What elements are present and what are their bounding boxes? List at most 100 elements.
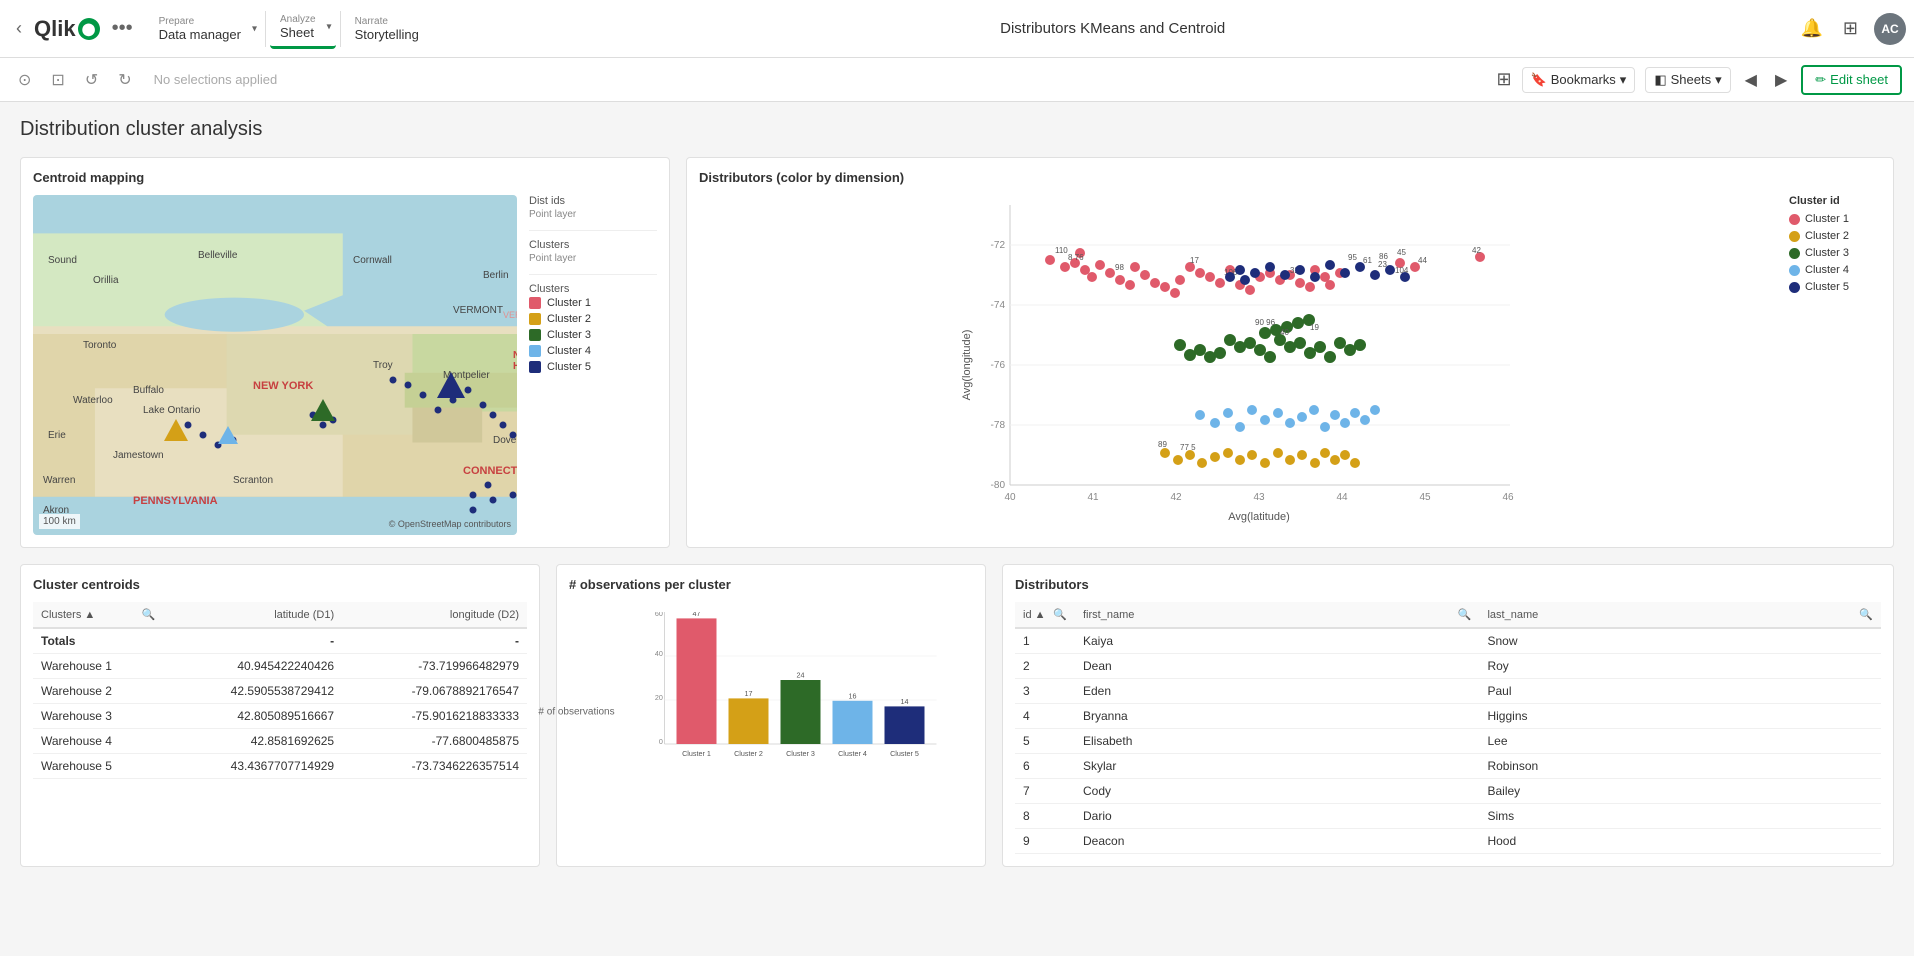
svg-text:Cluster 4: Cluster 4 xyxy=(838,749,867,758)
svg-text:60: 60 xyxy=(655,612,663,618)
nav-prepare[interactable]: Prepare Data manager ▾ xyxy=(149,10,261,48)
nav-title: Distributors KMeans and Centroid xyxy=(429,20,1797,37)
prepare-value: Data manager xyxy=(159,27,241,42)
apps-grid-icon[interactable]: ⊞ xyxy=(1839,14,1862,43)
map-attribution: © OpenStreetMap contributors xyxy=(389,519,511,529)
legend-cluster1: Cluster 1 xyxy=(529,297,657,309)
id-search-icon[interactable]: 🔍 xyxy=(1053,608,1067,621)
svg-text:Avg(latitude): Avg(latitude) xyxy=(1228,511,1290,523)
layout-grid-icon[interactable]: ⊞ xyxy=(1496,69,1511,90)
legend-clusters-title: Clusters xyxy=(529,239,657,251)
svg-text:46: 46 xyxy=(1502,492,1514,503)
cluster5-centroid xyxy=(437,372,465,398)
svg-text:42: 42 xyxy=(1472,246,1481,255)
map-dot-16 xyxy=(510,492,517,499)
cluster-centroids-table: Clusters ▲ 🔍 latitude (D1) longitude (D xyxy=(33,602,527,779)
th-first-name: first_name 🔍 xyxy=(1075,602,1479,628)
scatter-legend: Cluster id Cluster 1 Cluster 2 Cluster 3 xyxy=(1781,195,1881,535)
svg-text:17: 17 xyxy=(745,689,753,698)
scatter-cluster3-item: Cluster 3 xyxy=(1789,247,1881,259)
undo-icon[interactable]: ↺ xyxy=(79,66,104,94)
bookmarks-button[interactable]: 🔖 Bookmarks ▾ xyxy=(1522,67,1636,93)
svg-text:43: 43 xyxy=(1253,492,1265,503)
selections-text: No selections applied xyxy=(154,72,278,87)
dist5-fname: Elisabeth xyxy=(1075,729,1479,754)
svg-text:0: 0 xyxy=(659,737,663,746)
scatter-cluster4-item: Cluster 4 xyxy=(1789,264,1881,276)
bar-chart-container: # of observations 60 40 20 0 47 xyxy=(569,602,973,822)
map-dot-13 xyxy=(485,482,492,489)
legend-cluster3: Cluster 3 xyxy=(529,329,657,341)
bar-chart-svg: 60 40 20 0 47 Cluster 1 17 Cluster 2 xyxy=(624,612,953,772)
table-row: Warehouse 3 42.805089516667 -75.90162188… xyxy=(33,704,527,729)
dist-row-7: 7 Cody Bailey xyxy=(1015,779,1881,804)
sheets-label: Sheets xyxy=(1671,72,1711,87)
next-sheet-icon[interactable]: ▶ xyxy=(1771,66,1791,94)
back-button[interactable]: ‹ xyxy=(8,14,30,43)
dist9-id: 9 xyxy=(1015,829,1075,854)
redo-icon[interactable]: ↻ xyxy=(112,66,137,94)
selection-back-icon[interactable]: ⊙ xyxy=(12,66,37,94)
svg-text:45: 45 xyxy=(1397,248,1406,257)
dist8-fname: Dario xyxy=(1075,804,1479,829)
svg-text:-72: -72 xyxy=(991,240,1006,251)
dist9-lname: Hood xyxy=(1479,829,1881,854)
map-area[interactable]: Sound Orillia Belleville Cornwall Berlin… xyxy=(33,195,517,535)
lastname-search-icon[interactable]: 🔍 xyxy=(1859,608,1873,621)
row3-lat: 42.805089516667 xyxy=(163,704,342,729)
svg-text:44: 44 xyxy=(1336,492,1348,503)
qlik-logo: Qlik ⬤ xyxy=(34,16,100,42)
cluster4-centroid xyxy=(218,426,238,444)
map-dot-17 xyxy=(470,507,477,514)
svg-text:61: 61 xyxy=(1363,256,1372,265)
svg-text:110: 110 xyxy=(1055,246,1068,255)
bookmarks-label: Bookmarks xyxy=(1551,72,1616,87)
svg-text:23: 23 xyxy=(1378,260,1387,269)
prev-sheet-icon[interactable]: ◀ xyxy=(1741,66,1761,94)
sheets-button[interactable]: ◧ Sheets ▾ xyxy=(1645,67,1730,93)
dist4-fname: Bryanna xyxy=(1075,704,1479,729)
sheets-icon: ◧ xyxy=(1654,72,1666,88)
cluster4-label: Cluster 4 xyxy=(547,345,591,357)
firstname-search-icon[interactable]: 🔍 xyxy=(1458,608,1472,621)
row4-lat: 42.8581692625 xyxy=(163,729,342,754)
dist-row-2: 2 Dean Roy xyxy=(1015,654,1881,679)
map-scale: 100 km xyxy=(39,514,80,529)
svg-text:98: 98 xyxy=(1115,263,1124,272)
dist6-lname: Robinson xyxy=(1479,754,1881,779)
cluster-centroids-panel: Cluster centroids Clusters ▲ 🔍 latitude xyxy=(20,564,540,867)
nav-analyze[interactable]: Analyze Sheet ▾ xyxy=(270,8,336,49)
observations-panel: # observations per cluster # of observat… xyxy=(556,564,986,867)
nav-narrate[interactable]: Narrate Storytelling xyxy=(345,10,429,48)
dist2-fname: Dean xyxy=(1075,654,1479,679)
bottom-row: Cluster centroids Clusters ▲ 🔍 latitude xyxy=(20,564,1894,867)
map-container: Sound Orillia Belleville Cornwall Berlin… xyxy=(33,195,657,535)
scatter-area[interactable]: -72 -74 -76 -78 -80 40 41 42 43 44 45 46 xyxy=(699,195,1781,535)
prepare-label: Prepare xyxy=(159,16,195,27)
dist8-lname: Sims xyxy=(1479,804,1881,829)
user-avatar[interactable]: AC xyxy=(1874,13,1906,45)
scatter-cluster3-dot xyxy=(1789,248,1800,259)
legend-section-dist: Dist ids Point layer xyxy=(529,195,657,220)
selection-forward-icon[interactable]: ⊡ xyxy=(45,66,70,94)
qlik-logo-circle: ⬤ xyxy=(78,18,100,40)
scatter-cluster3-label: Cluster 3 xyxy=(1805,247,1849,259)
y-axis-label: # of observations xyxy=(538,707,614,718)
svg-text:Cluster 1: Cluster 1 xyxy=(682,749,711,758)
nav-dots-menu[interactable]: ••• xyxy=(112,17,133,40)
scatter-plot-title: Distributors (color by dimension) xyxy=(699,170,1881,185)
th-last-name: last_name 🔍 xyxy=(1479,602,1881,628)
svg-text:Cluster 2: Cluster 2 xyxy=(734,749,763,758)
dist5-id: 5 xyxy=(1015,729,1075,754)
edit-sheet-button[interactable]: ✏ Edit sheet xyxy=(1801,65,1902,95)
th-latitude: latitude (D1) xyxy=(163,602,342,628)
legend-cluster4: Cluster 4 xyxy=(529,345,657,357)
svg-text:40: 40 xyxy=(655,649,663,658)
dist5-lname: Lee xyxy=(1479,729,1881,754)
cluster5-dot xyxy=(529,361,541,373)
clusters-search-icon[interactable]: 🔍 xyxy=(142,608,156,621)
bell-icon[interactable]: 🔔 xyxy=(1796,14,1826,43)
th-id: id ▲ 🔍 xyxy=(1015,602,1075,628)
map-dot-6 xyxy=(490,412,497,419)
observations-title: # observations per cluster xyxy=(569,577,973,592)
